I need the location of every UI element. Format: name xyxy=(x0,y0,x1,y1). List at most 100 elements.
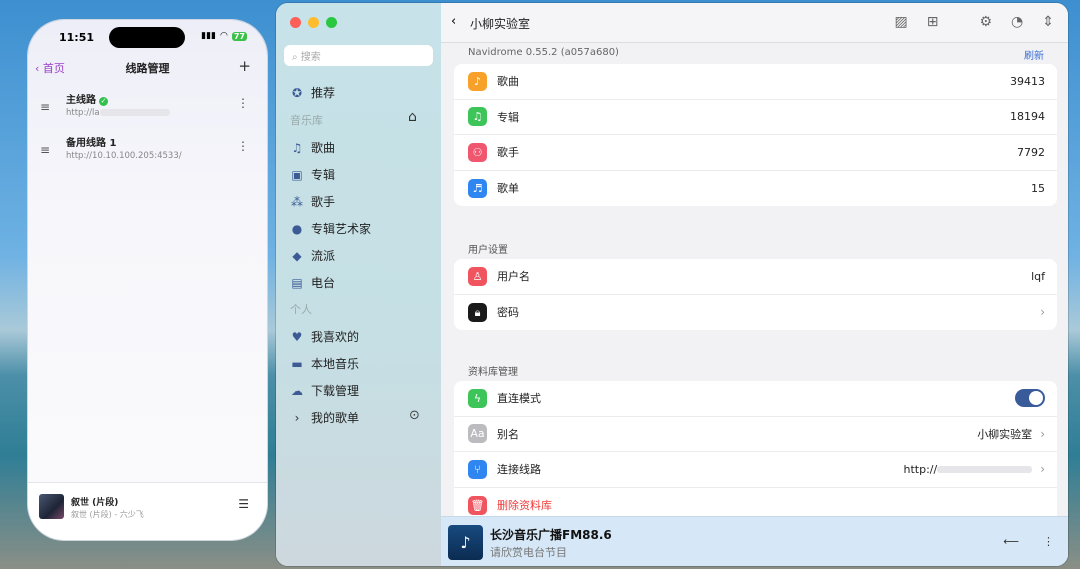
sidebar-item-radio[interactable]: ▤ 电台 xyxy=(290,274,335,291)
value: 15 xyxy=(1031,181,1045,195)
route-name: 主线路 xyxy=(66,95,96,106)
tag-icon: ◆ xyxy=(292,248,302,263)
drag-handle-icon[interactable]: ≡ xyxy=(40,143,50,157)
sidebar-item-favorites[interactable]: ♥ 我喜欢的 xyxy=(290,328,359,345)
battery-icon: 77 xyxy=(231,31,247,41)
label: 直连模式 xyxy=(497,392,541,406)
route-item[interactable]: ≡ 主线路 ✓ http://la ⋮ xyxy=(28,90,267,128)
people-icon: ⁂ xyxy=(291,194,303,209)
search-placeholder: 搜索 xyxy=(300,52,321,63)
stat-row-playlists[interactable]: ♬ 歌单 15 xyxy=(454,171,1057,207)
drag-handle-icon[interactable]: ≡ xyxy=(40,100,50,114)
alias-row[interactable]: Aa 别名 小柳实验室 › xyxy=(454,417,1057,452)
label: 歌手 xyxy=(311,195,336,209)
more-icon[interactable]: ⋮ xyxy=(1043,535,1054,548)
page-title: 小柳实验室 xyxy=(470,17,531,31)
palette-icon[interactable]: ◔ xyxy=(1011,14,1023,30)
main-content: ‹ 小柳实验室 ▨ ⊞ ⚙ ◔ ⇕ Navidrome 0.55.2 (a057… xyxy=(441,3,1068,566)
route-url: http://10.10.100.205:4533/ xyxy=(66,151,182,161)
minimize-button[interactable] xyxy=(308,17,319,28)
sidebar-item-genres[interactable]: ◆ 流派 xyxy=(290,247,335,264)
star-icon: ✪ xyxy=(291,85,303,100)
fork-icon: ⑂ xyxy=(468,459,487,479)
album-icon: ▣ xyxy=(291,167,303,182)
search-input[interactable]: ⌕ 搜索 xyxy=(284,45,433,66)
chevron-right-icon: › xyxy=(1040,426,1045,441)
sidebar-item-artists[interactable]: ⁂ 歌手 xyxy=(290,193,335,210)
label: 用户名 xyxy=(497,270,530,284)
more-circle-icon[interactable]: ⊙ xyxy=(409,408,420,423)
user-card: ♙ 用户名 lqf 🔒︎ 密码 › xyxy=(454,259,1057,330)
username-row[interactable]: ♙ 用户名 lqf xyxy=(454,259,1057,295)
label: 我的歌单 xyxy=(311,411,360,425)
sidebar-item-albums[interactable]: ▣ 专辑 xyxy=(290,166,335,183)
label: 删除资料库 xyxy=(497,499,552,513)
monitor-icon: ▬ xyxy=(291,356,303,371)
value: 39413 xyxy=(1010,74,1045,88)
route-url: http://la xyxy=(66,108,100,118)
playlist-icon: ♬ xyxy=(468,178,487,198)
direct-mode-toggle[interactable] xyxy=(1015,389,1045,408)
search-icon: ⌕ xyxy=(292,52,301,63)
text-icon: Aa xyxy=(468,424,487,444)
album-cover xyxy=(39,494,64,519)
gear-icon[interactable]: ⚙ xyxy=(979,14,992,30)
volume-icon[interactable]: ⟵ xyxy=(1003,535,1019,548)
value: http:// xyxy=(903,462,938,476)
stat-row-songs[interactable]: ♪ 歌曲 39413 xyxy=(454,64,1057,100)
window-controls xyxy=(290,17,337,28)
label: 电台 xyxy=(311,276,336,290)
chevron-right-icon: › xyxy=(294,410,300,425)
label: 推荐 xyxy=(311,86,336,100)
route-row[interactable]: ⑂ 连接线路 http:// › xyxy=(454,452,1057,488)
refresh-button[interactable]: 刷新 xyxy=(1024,47,1044,62)
section-header: 音乐库 xyxy=(290,114,323,127)
queue-icon[interactable]: ☰ xyxy=(238,497,249,511)
more-icon[interactable]: ⋮ xyxy=(237,96,249,110)
label: 歌曲 xyxy=(497,75,519,89)
label: 歌手 xyxy=(497,146,519,160)
zoom-button[interactable] xyxy=(326,17,337,28)
label: 专辑 xyxy=(497,110,519,124)
more-icon[interactable]: ⋮ xyxy=(237,139,249,153)
stat-row-albums[interactable]: ♫ 专辑 18194 xyxy=(454,100,1057,135)
station-subtitle: 请欣赏电台节目 xyxy=(490,546,567,559)
mini-player[interactable]: 叙世 (片段) 叙世 (片段) - 六少飞 ☰ xyxy=(28,482,267,540)
page-title: 线路管理 xyxy=(125,62,170,75)
home-music-icon[interactable]: ⌂ xyxy=(408,109,417,125)
sidebar-item-local[interactable]: ▬ 本地音乐 xyxy=(290,355,359,372)
label: 专辑 xyxy=(311,168,336,182)
trash-icon: 🗑︎ xyxy=(468,495,487,515)
sidebar-item-my-playlists[interactable]: › 我的歌单 xyxy=(290,409,359,426)
route-item[interactable]: ≡ 备用线路 1 http://10.10.100.205:4533/ ⋮ xyxy=(28,133,267,171)
back-button[interactable]: ‹ xyxy=(451,14,456,29)
add-route-button[interactable]: + xyxy=(238,57,251,75)
sidebar: ⌕ 搜索 ✪ 推荐 音乐库 ⌂ ♫ 歌曲 ▣ 专辑 ⁂ 歌手 ● 专辑艺术家 ◆ 流派 ▤ 电… xyxy=(276,3,441,566)
phone-screen: 11:51 ▮▮▮ ◠ 77 ‹ 首页 线路管理 + ≡ 主线路 ✓ http://l… xyxy=(28,20,267,540)
label: 别名 xyxy=(497,427,519,441)
stat-row-artists[interactable]: ⚇ 歌手 7792 xyxy=(454,135,1057,171)
lock-icon: 🔒︎ xyxy=(468,302,487,322)
sidebar-item-recommend[interactable]: ✪ 推荐 xyxy=(290,84,335,101)
user-icon: ♙ xyxy=(468,266,487,286)
section-header: 个人 xyxy=(290,303,312,316)
server-version: Navidrome 0.55.2 (a057a680) xyxy=(468,47,619,58)
radio-icon: ▤ xyxy=(291,275,303,290)
player-bar[interactable]: ♪ 长沙音乐广播FM88.6 请欣赏电台节目 ⟵ ⋮ xyxy=(441,516,1068,566)
dynamic-island xyxy=(109,27,185,48)
add-library-icon[interactable]: ⊞ xyxy=(927,14,939,30)
track-title: 叙世 (片段) xyxy=(71,498,119,508)
music-note-icon[interactable]: ▨ xyxy=(895,14,908,30)
label: 我喜欢的 xyxy=(311,330,360,344)
close-button[interactable] xyxy=(290,17,301,28)
password-row[interactable]: 🔒︎ 密码 › xyxy=(454,295,1057,331)
compress-icon[interactable]: ⇕ xyxy=(1042,14,1054,30)
cloud-download-icon: ☁ xyxy=(291,383,303,398)
label: 连接线路 xyxy=(497,463,541,477)
stats-card: ♪ 歌曲 39413 ♫ 专辑 18194 ⚇ 歌手 7792 ♬ 歌单 15 xyxy=(454,64,1057,206)
phone-nav: ‹ 首页 线路管理 + xyxy=(28,57,267,76)
sidebar-item-album-artists[interactable]: ● 专辑艺术家 xyxy=(290,220,371,237)
sidebar-item-songs[interactable]: ♫ 歌曲 xyxy=(290,139,335,156)
value: lqf xyxy=(1031,269,1045,283)
sidebar-item-downloads[interactable]: ☁ 下载管理 xyxy=(290,382,359,399)
